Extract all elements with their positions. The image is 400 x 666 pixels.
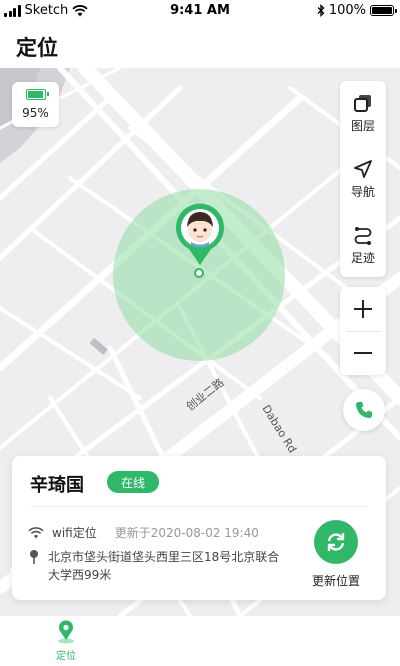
refresh-location-label[interactable]: 更新位置 — [306, 572, 366, 589]
address-text: 北京市垡头街道垡头西里三区18号北京联合大学西99米 — [48, 550, 280, 582]
wifi-icon — [28, 526, 44, 538]
phone-icon — [356, 402, 372, 418]
refresh-location-button[interactable] — [314, 520, 358, 564]
tab-label: 定位 — [56, 651, 76, 662]
update-time: 更新于2020-08-02 19:40 — [114, 526, 259, 540]
battery-icon — [25, 89, 49, 100]
location-meta-row: wifi定位 更新于2020-08-02 19:40 — [28, 524, 259, 541]
zoom-controls — [340, 287, 386, 375]
location-type: wifi定位 — [52, 526, 97, 540]
person-name: 辛琦国 — [30, 475, 84, 496]
layers-button[interactable]: 图层 — [340, 81, 386, 145]
map-pin-icon — [30, 550, 38, 564]
address-row: 北京市垡头街道垡头西里三区18号北京联合大学西99米 — [28, 548, 298, 584]
device-info-card: 辛琦国 在线 wifi定位 更新于2020-08-02 19:40 北京市垡头街… — [12, 456, 386, 600]
tab-location[interactable]: 定位 — [46, 620, 86, 664]
tab-bar: 定位 — [0, 616, 400, 666]
battery-icon — [370, 5, 397, 16]
route-icon — [354, 226, 372, 245]
navigation-button[interactable]: 导航 — [340, 147, 386, 211]
navigation-icon — [354, 159, 372, 178]
layers-icon — [354, 94, 371, 112]
page-title: 定位 — [16, 36, 58, 60]
status-badge: 在线 — [107, 471, 159, 493]
navigation-label: 导航 — [350, 184, 375, 199]
bluetooth-icon — [317, 4, 325, 17]
device-battery-level: 95% — [22, 106, 49, 120]
battery-percent: 100% — [328, 3, 366, 18]
zoom-in-button[interactable] — [340, 287, 386, 331]
refresh-icon — [327, 533, 345, 551]
location-pin-icon — [58, 620, 74, 644]
plus-icon — [354, 300, 372, 318]
status-bar: Sketch 9:41 AM 100% — [0, 0, 400, 22]
divider — [30, 506, 368, 507]
track-label: 足迹 — [350, 250, 375, 265]
minus-icon — [354, 352, 372, 354]
avatar-location-pin[interactable] — [175, 203, 225, 267]
device-battery-card: 95% — [12, 82, 59, 127]
call-button[interactable] — [343, 389, 385, 431]
map-tools-panel: 图层 导航 足迹 — [340, 81, 386, 277]
track-button[interactable]: 足迹 — [340, 213, 386, 277]
layers-label: 图层 — [350, 118, 375, 133]
zoom-out-button[interactable] — [340, 331, 386, 375]
